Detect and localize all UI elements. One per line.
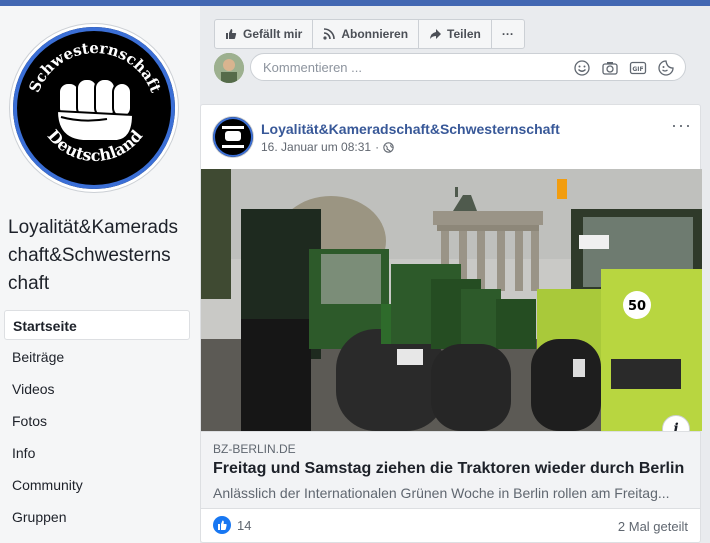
nav-item-gruppen[interactable]: Gruppen bbox=[4, 502, 190, 532]
post-author-name[interactable]: Loyalität&Kameradschaft&Schwesternschaft bbox=[261, 121, 560, 137]
link-preview[interactable]: BZ-BERLIN.DE Freitag und Samstag ziehen … bbox=[201, 431, 700, 509]
subscribe-button[interactable]: Abonnieren bbox=[313, 20, 420, 48]
nav-item-beitraege[interactable]: Beiträge bbox=[4, 342, 190, 372]
thumbs-up-icon bbox=[226, 29, 237, 39]
comment-input[interactable]: Kommentieren ... GIF bbox=[250, 53, 686, 81]
more-options-icon: ··· bbox=[501, 27, 514, 41]
nav-item-videos[interactable]: Videos bbox=[4, 374, 190, 404]
page-logo: Schwesternschaft Deutschland bbox=[13, 27, 175, 189]
link-domain: BZ-BERLIN.DE bbox=[213, 442, 296, 456]
page-profile-picture[interactable]: Schwesternschaft Deutschland bbox=[10, 24, 178, 192]
shares-count[interactable]: 2 Mal geteilt bbox=[618, 519, 688, 534]
comment-placeholder: Kommentieren ... bbox=[263, 60, 362, 75]
post-meta: 16. Januar um 08:31 · bbox=[261, 140, 394, 154]
post-author-avatar[interactable] bbox=[213, 117, 253, 157]
fist-icon bbox=[55, 78, 135, 142]
like-reaction-icon bbox=[213, 516, 231, 534]
nav-item-community[interactable]: Community bbox=[4, 470, 190, 500]
page-title: Loyalität&Kamerads chaft&Schwesterns cha… bbox=[8, 214, 193, 298]
comment-composer: Kommentieren ... GIF bbox=[214, 53, 690, 87]
rss-icon bbox=[323, 28, 336, 40]
like-page-button[interactable]: Gefällt mir bbox=[215, 20, 314, 48]
sticker-icon[interactable] bbox=[657, 59, 675, 77]
page-title-line-1: Loyalität&Kamerads bbox=[8, 217, 179, 238]
page-title-line-3: chaft bbox=[8, 273, 50, 294]
reactions-summary[interactable]: 14 bbox=[213, 516, 251, 534]
nav-item-fotos[interactable]: Fotos bbox=[4, 406, 190, 436]
gif-icon[interactable]: GIF bbox=[629, 59, 647, 77]
share-arrow-icon bbox=[430, 29, 442, 39]
globe-icon bbox=[383, 141, 394, 153]
speed-plate-label: 50 bbox=[628, 299, 646, 314]
link-title[interactable]: Freitag und Samstag ziehen die Traktoren… bbox=[213, 460, 684, 478]
camera-icon[interactable] bbox=[601, 59, 619, 77]
emoji-icon[interactable] bbox=[573, 59, 591, 77]
post-options-icon[interactable]: ··· bbox=[671, 115, 692, 136]
nav-item-info[interactable]: Info bbox=[4, 438, 190, 468]
post-link-image[interactable]: 50 i bbox=[201, 169, 702, 431]
share-button[interactable]: Teilen bbox=[419, 20, 492, 48]
page-navigation: Startseite Beiträge Videos Fotos Info Co… bbox=[4, 310, 190, 534]
subscribe-label: Abonnieren bbox=[341, 27, 409, 41]
share-label: Teilen bbox=[447, 27, 481, 41]
meta-separator: · bbox=[375, 140, 380, 154]
like-page-label: Gefällt mir bbox=[243, 27, 303, 41]
main-feed: Gefällt mir Abonnieren Teilen ··· Kommen… bbox=[200, 6, 710, 543]
svg-text:GIF: GIF bbox=[632, 66, 643, 73]
page-action-bar: Gefällt mir Abonnieren Teilen ··· bbox=[214, 19, 525, 49]
nav-item-startseite[interactable]: Startseite bbox=[4, 310, 190, 340]
page-sidebar: Schwesternschaft Deutschland Loyalität&K… bbox=[0, 6, 200, 543]
user-avatar bbox=[214, 53, 244, 83]
post-timestamp[interactable]: 16. Januar um 08:31 bbox=[261, 140, 371, 154]
more-options-button[interactable]: ··· bbox=[492, 20, 524, 48]
feed-post: Loyalität&Kameradschaft&Schwesternschaft… bbox=[200, 104, 702, 543]
reactions-count: 14 bbox=[237, 517, 252, 533]
link-description: Anlässlich der Internationalen Grünen Wo… bbox=[213, 485, 670, 501]
page-title-line-2: chaft&Schwesterns bbox=[8, 245, 171, 266]
